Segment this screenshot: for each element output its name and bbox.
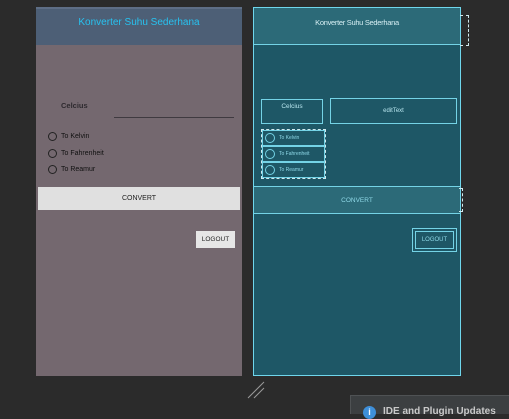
blueprint-radio-to-kelvin[interactable]: To Kelvin: [262, 130, 325, 146]
radio-label: To Kelvin: [279, 135, 300, 141]
radio-circle-icon: [48, 132, 57, 141]
blueprint-logout-button[interactable]: LOGOUT: [412, 228, 457, 252]
radio-label: To Fahrenheit: [279, 151, 310, 157]
blueprint-surface[interactable]: Konverter Suhu Sederhana Celcius editTex…: [253, 7, 469, 376]
blueprint-title-overflow: [460, 15, 469, 46]
radio-label: To Fahrenheit: [61, 150, 104, 157]
radio-circle-icon: [265, 133, 275, 143]
blueprint-radio-group[interactable]: To Kelvin To Fahrenheit To Reamur: [261, 129, 326, 179]
radio-circle-icon: [48, 165, 57, 174]
radio-label: To Reamur: [279, 167, 304, 173]
celcius-input[interactable]: [114, 117, 234, 118]
blueprint-radio-to-reamur[interactable]: To Reamur: [262, 162, 325, 178]
radio-circle-icon: [48, 149, 57, 158]
blueprint-convert-overflow: [459, 188, 463, 212]
blueprint-edittext[interactable]: editText: [330, 98, 457, 124]
blueprint-radio-to-fahrenheit[interactable]: To Fahrenheit: [262, 146, 325, 162]
blueprint-title: Konverter Suhu Sederhana: [315, 18, 399, 27]
design-surface[interactable]: Konverter Suhu Sederhana Celcius To Kelv…: [36, 7, 242, 376]
radio-circle-icon: [265, 165, 275, 175]
celcius-label[interactable]: Celcius: [61, 101, 88, 110]
radio-label: To Reamur: [61, 166, 96, 173]
radio-label: To Kelvin: [61, 133, 90, 140]
resize-handle-icon[interactable]: [246, 380, 266, 400]
notification-text[interactable]: IDE and Plugin Updates: [383, 406, 496, 417]
blueprint-celcius-label[interactable]: Celcius: [261, 99, 323, 124]
app-title: Konverter Suhu Sederhana: [78, 17, 200, 28]
convert-button[interactable]: CONVERT: [38, 187, 240, 210]
info-icon: i: [363, 406, 376, 419]
radio-circle-icon: [265, 149, 275, 159]
logout-button[interactable]: LOGOUT: [196, 231, 235, 248]
blueprint-convert-button[interactable]: CONVERT: [254, 186, 460, 214]
notification-balloon[interactable]: i IDE and Plugin Updates: [350, 395, 509, 419]
